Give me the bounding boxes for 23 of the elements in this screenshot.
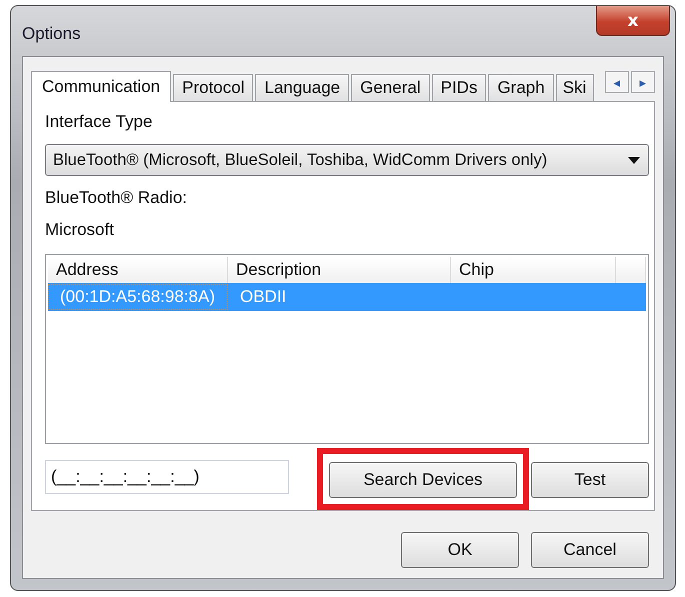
tab[interactable]: Communication [31, 71, 172, 102]
tab[interactable]: Protocol [173, 74, 254, 101]
caret-icon [628, 156, 640, 164]
dialog-button[interactable]: OK [401, 532, 519, 568]
address-field[interactable]: (__:__:__:__:__:__) [45, 460, 289, 494]
field-label: BlueTooth® Radio: [45, 188, 188, 208]
table-cell: (00:1D:A5:68:98:8A) [48, 284, 228, 310]
tab-scroll-button[interactable]: ▸ [631, 71, 655, 93]
table-cell-text: OBDII [239, 286, 288, 308]
dialog-button[interactable]: Search Devices [329, 462, 517, 498]
close-button[interactable]: x [596, 6, 670, 36]
tab[interactable]: Graph [488, 74, 554, 101]
field-label: Interface Type [45, 112, 152, 132]
dialog-button[interactable]: Cancel [531, 532, 649, 568]
interface-dropdown[interactable]: BlueTooth® (Microsoft, BlueSoleil, Toshiba, WidComm Drivers only) [45, 144, 649, 176]
tab[interactable]: Language [255, 74, 350, 101]
tab[interactable]: PIDs [432, 74, 486, 101]
radio-name: Microsoft [45, 220, 114, 240]
tab-scroll-button[interactable]: ◂ [605, 71, 629, 93]
tab[interactable]: General [351, 74, 430, 101]
dialog-button[interactable]: Test [531, 462, 649, 498]
window-title: Options [22, 24, 81, 44]
tab[interactable]: Ski [556, 74, 594, 101]
